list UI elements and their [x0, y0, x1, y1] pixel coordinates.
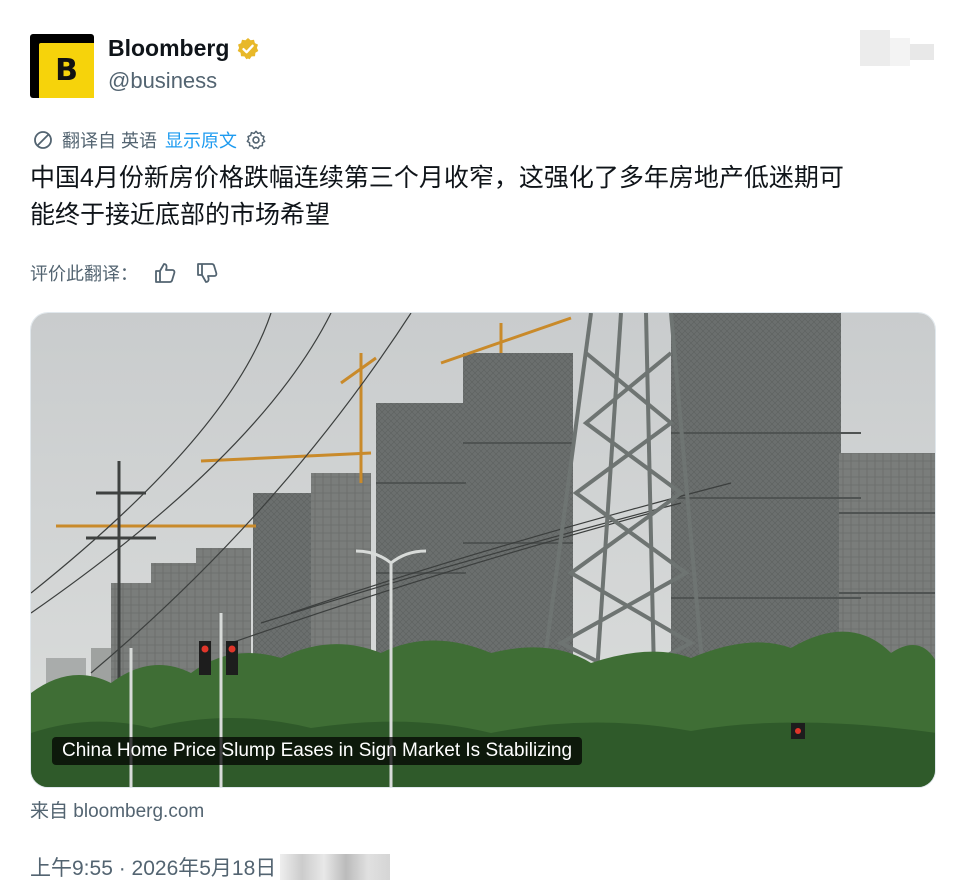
more-options-icon[interactable]: [860, 30, 934, 66]
translation-label: 翻译自 英语: [62, 131, 158, 151]
tweet-timestamp-row: 上午9:55 · 2026年5月18日: [30, 852, 391, 882]
translation-row: 翻译自 英语 显示原文: [32, 127, 267, 153]
thumbs-up-icon[interactable]: [150, 260, 180, 286]
thumbs-down-icon[interactable]: [192, 260, 222, 286]
rate-translation-label: 评价此翻译：: [30, 264, 138, 284]
card-title[interactable]: China Home Price Slump Eases in Sign Mar…: [52, 737, 583, 765]
author-name[interactable]: Bloomberg: [108, 35, 229, 62]
translate-icon: [34, 131, 52, 149]
verified-badge-icon: [238, 37, 259, 59]
tweet-text-line: 中国4月份新房价格跌幅连续第三个月收窄，这强化了多年房地产低迷期可: [30, 164, 844, 192]
tweet-timestamp[interactable]: 上午9:55 · 2026年5月18日: [30, 852, 276, 882]
redacted-views: [280, 854, 391, 880]
rate-translation-row: 评价此翻译：: [30, 260, 222, 286]
author-name-row: Bloomberg: [108, 35, 260, 62]
show-original-link[interactable]: 显示原文: [165, 127, 237, 153]
card-source-domain[interactable]: 来自 bloomberg.com: [30, 796, 204, 823]
avatar[interactable]: B: [30, 34, 94, 98]
author-handle[interactable]: @business: [108, 68, 217, 94]
link-card[interactable]: [30, 312, 936, 788]
article-photo: [31, 313, 935, 787]
gear-icon[interactable]: [245, 129, 267, 151]
tweet-text: 中国4月份新房价格跌幅连续第三个月收窄，这强化了多年房地产低迷期可 能终于接近底…: [30, 160, 930, 234]
avatar-logo: B: [39, 43, 94, 98]
tweet-text-line: 能终于接近底部的市场希望: [30, 201, 331, 229]
